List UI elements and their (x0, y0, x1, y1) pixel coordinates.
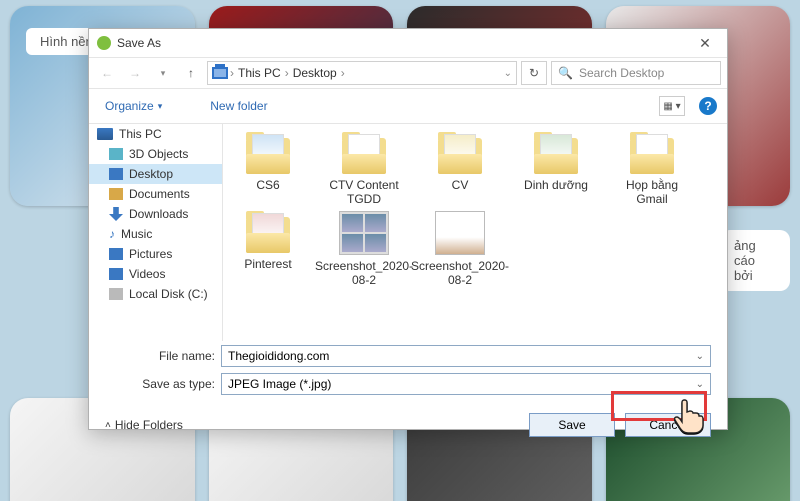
folder-item[interactable]: CTV Content TGDD (323, 132, 405, 207)
dialog-title: Save As (117, 36, 161, 50)
drive-icon (109, 288, 123, 300)
ad-chip: ảng cáo bởi (720, 230, 790, 291)
chevron-down-icon[interactable]: ⌄ (696, 379, 704, 390)
desktop-icon (109, 168, 123, 180)
close-icon[interactable]: ✕ (691, 31, 719, 55)
documents-icon (109, 188, 123, 200)
chevron-down-icon[interactable]: ⌄ (696, 351, 704, 362)
music-icon: ♪ (109, 227, 115, 241)
cube-icon (109, 148, 123, 160)
folder-item[interactable]: CV (419, 132, 501, 207)
folder-item[interactable]: CS6 (227, 132, 309, 207)
folder-icon (532, 132, 580, 174)
up-icon[interactable]: ↑ (179, 61, 203, 85)
folder-item[interactable]: Pinterest (227, 211, 309, 288)
sidebar-item-3dobjects[interactable]: 3D Objects (89, 144, 222, 164)
folder-icon (628, 132, 676, 174)
sidebar-item-desktop[interactable]: Desktop (89, 164, 222, 184)
pointer-cursor-icon (673, 396, 705, 441)
help-icon[interactable]: ? (699, 97, 717, 115)
image-file-item[interactable]: Screenshot_2020-08-2 (323, 211, 405, 288)
chevron-down-icon: ▾ (158, 101, 163, 112)
folder-icon (244, 211, 292, 253)
search-input[interactable]: 🔍 Search Desktop (551, 61, 721, 85)
save-as-dialog: Save As ✕ ← → ▾ ↑ › This PC › Desktop › … (88, 28, 728, 430)
chevron-right-icon: › (285, 66, 289, 80)
breadcrumb-root[interactable]: This PC (236, 64, 283, 82)
sidebar-item-localdisk[interactable]: Local Disk (C:) (89, 284, 222, 304)
chevron-right-icon: › (230, 66, 234, 80)
sidebar-item-music[interactable]: ♪Music (89, 224, 222, 244)
back-icon[interactable]: ← (95, 61, 119, 85)
footer: ˄ Hide Folders Save Cancel (89, 405, 727, 445)
image-file-item[interactable]: Screenshot_2020-08-2 (419, 211, 501, 288)
address-bar: ← → ▾ ↑ › This PC › Desktop › ⌄ ↻ 🔍 Sear… (89, 57, 727, 89)
chevron-down-icon[interactable]: ⌄ (504, 68, 512, 79)
folder-item[interactable]: Dinh dưỡng (515, 132, 597, 207)
image-thumbnail (435, 211, 485, 255)
pictures-icon (109, 248, 123, 260)
forward-icon: → (123, 61, 147, 85)
fields: File name: ⌄ Save as type: JPEG Image (*… (89, 341, 727, 405)
new-folder-button[interactable]: New folder (204, 95, 273, 117)
organize-menu[interactable]: Organize ▾ (99, 95, 168, 117)
filetype-select[interactable]: JPEG Image (*.jpg) ⌄ (221, 373, 711, 395)
folder-icon (244, 132, 292, 174)
hide-folders-toggle[interactable]: ˄ Hide Folders (105, 418, 183, 432)
filetype-label: Save as type: (105, 377, 221, 391)
recent-dropdown-icon[interactable]: ▾ (151, 61, 175, 85)
image-thumbnail (339, 211, 389, 255)
folder-icon (340, 132, 388, 174)
sidebar-item-pictures[interactable]: Pictures (89, 244, 222, 264)
save-button[interactable]: Save (529, 413, 615, 437)
pc-icon (97, 128, 113, 140)
file-list[interactable]: CS6 CTV Content TGDD CV Dinh dưỡng Họp b… (223, 124, 727, 341)
videos-icon (109, 268, 123, 280)
sidebar-item-videos[interactable]: Videos (89, 264, 222, 284)
folder-item[interactable]: Họp bằng Gmail (611, 132, 693, 207)
breadcrumb-folder[interactable]: Desktop (291, 64, 339, 82)
sidebar-root-thispc[interactable]: This PC (89, 124, 222, 144)
refresh-icon[interactable]: ↻ (521, 61, 547, 85)
titlebar: Save As ✕ (89, 29, 727, 57)
filename-input[interactable]: ⌄ (221, 345, 711, 367)
filename-label: File name: (105, 349, 221, 363)
sidebar: This PC 3D Objects Desktop Documents Dow… (89, 124, 223, 341)
view-mode-button[interactable]: ▦ ▾ (659, 96, 685, 116)
sidebar-item-downloads[interactable]: Downloads (89, 204, 222, 224)
toolbar: Organize ▾ New folder ▦ ▾ ? (89, 89, 727, 123)
download-icon (109, 207, 123, 221)
chevron-up-icon: ˄ (105, 420, 111, 431)
breadcrumb[interactable]: › This PC › Desktop › ⌄ (207, 61, 517, 85)
sidebar-item-documents[interactable]: Documents (89, 184, 222, 204)
pc-icon (212, 67, 228, 79)
search-placeholder: Search Desktop (579, 66, 664, 80)
folder-icon (436, 132, 484, 174)
chevron-right-icon: › (341, 66, 345, 80)
search-icon: 🔍 (558, 66, 573, 80)
app-icon (97, 36, 111, 50)
